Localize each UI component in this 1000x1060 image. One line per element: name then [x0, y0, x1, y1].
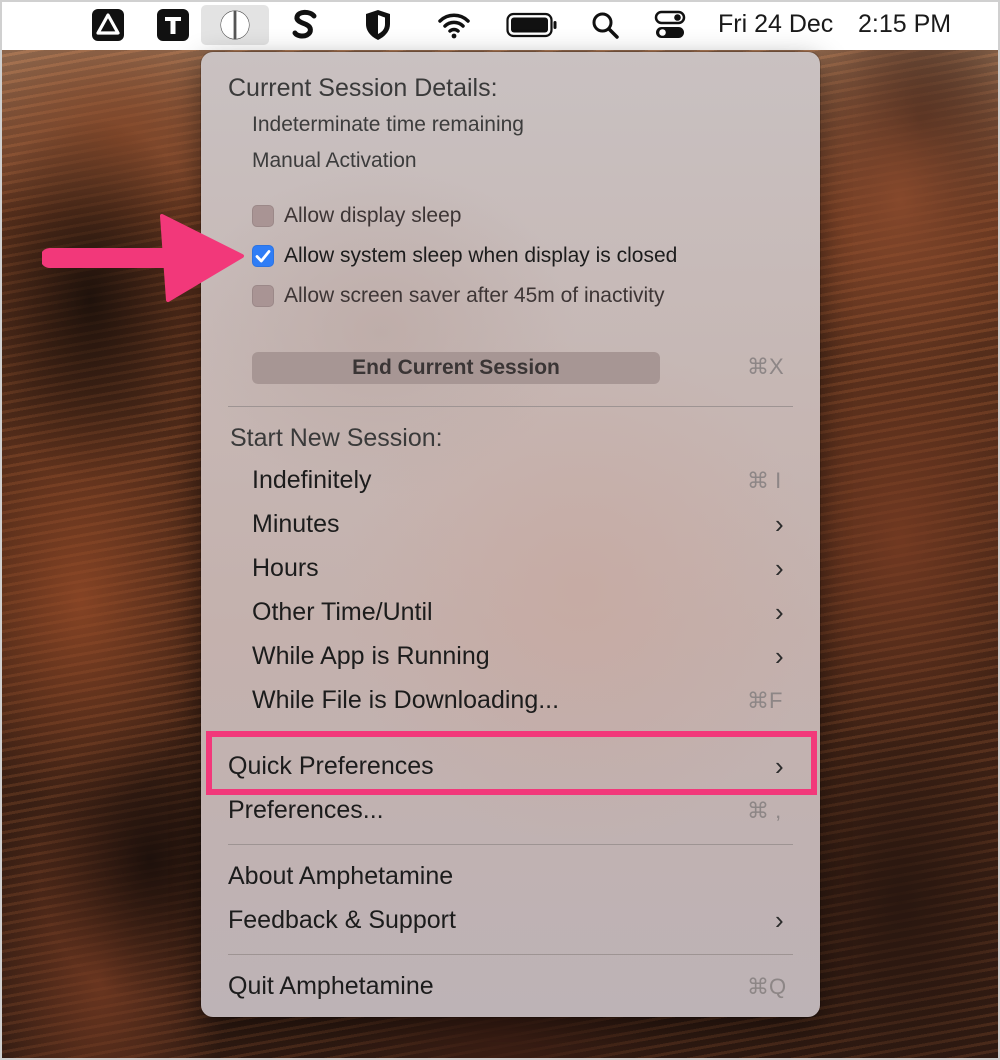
- annotation-highlight-box: [206, 731, 817, 795]
- chevron-right-icon: ›: [775, 597, 784, 627]
- scrivener-icon[interactable]: [285, 5, 325, 45]
- end-session-shortcut: ⌘X: [747, 354, 784, 379]
- screen-saver-checkbox[interactable]: [252, 285, 274, 307]
- checkmark-icon: [255, 250, 271, 263]
- menu-item-indefinitely[interactable]: Indefinitely ⌘ I: [252, 466, 793, 498]
- time-remaining-text: Indeterminate time remaining: [252, 113, 524, 136]
- menu-item-other-time[interactable]: Other Time/Until ›: [252, 597, 793, 630]
- menu-item-hours[interactable]: Hours ›: [252, 553, 793, 586]
- option-allow-screen-saver[interactable]: Allow screen saver after 45m of inactivi…: [252, 284, 772, 312]
- menu-item-preferences[interactable]: Preferences... ⌘ ,: [228, 796, 793, 828]
- menu-separator: [228, 954, 793, 955]
- menu-item-label: Preferences...: [228, 796, 384, 824]
- typora-icon[interactable]: [153, 5, 193, 45]
- menu-item-label: Feedback & Support: [228, 906, 456, 934]
- menu-item-shortcut: ⌘ I: [747, 468, 782, 493]
- menu-item-label: Hours: [252, 554, 319, 582]
- menu-item-while-app-running[interactable]: While App is Running ›: [252, 641, 793, 674]
- current-session-heading: Current Session Details:: [228, 74, 498, 102]
- battery-icon[interactable]: [505, 5, 559, 45]
- menubar-date[interactable]: Fri 24 Dec: [718, 10, 833, 39]
- menu-separator: [228, 406, 793, 407]
- new-session-heading: Start New Session:: [230, 424, 443, 452]
- annotation-arrow-icon: [42, 214, 244, 302]
- menu-item-label: While App is Running: [252, 642, 490, 670]
- menu-item-label: About Amphetamine: [228, 862, 454, 890]
- activation-text: Manual Activation: [252, 149, 417, 172]
- chevron-right-icon: ›: [775, 553, 784, 583]
- option-label: Allow display sleep: [284, 204, 462, 227]
- system-sleep-checkbox[interactable]: [252, 245, 274, 267]
- chevron-right-icon: ›: [775, 509, 784, 539]
- wifi-icon[interactable]: [434, 5, 474, 45]
- drive-icon[interactable]: [88, 5, 128, 45]
- end-current-session-button[interactable]: End Current Session: [252, 352, 660, 384]
- display-sleep-checkbox[interactable]: [252, 205, 274, 227]
- menu-item-label: Minutes: [252, 510, 340, 538]
- menu-item-feedback[interactable]: Feedback & Support ›: [228, 905, 793, 938]
- menu-item-shortcut: ⌘ ,: [747, 798, 782, 823]
- menu-item-shortcut: ⌘F: [747, 688, 783, 713]
- option-label: Allow screen saver after 45m of inactivi…: [284, 284, 665, 307]
- menu-item-label: While File is Downloading...: [252, 686, 560, 714]
- menu-item-about[interactable]: About Amphetamine: [228, 862, 793, 894]
- amphetamine-menu: Current Session Details: Indeterminate t…: [201, 52, 820, 1017]
- chevron-right-icon: ›: [775, 641, 784, 671]
- menu-item-quit[interactable]: Quit Amphetamine ⌘Q: [228, 972, 793, 1004]
- menu-item-label: Quit Amphetamine: [228, 972, 434, 1000]
- menu-item-shortcut: ⌘Q: [747, 974, 787, 999]
- shield-icon[interactable]: [358, 5, 398, 45]
- option-allow-display-sleep[interactable]: Allow display sleep: [252, 204, 772, 232]
- menu-item-while-file-downloading[interactable]: While File is Downloading... ⌘F: [252, 686, 793, 718]
- menubar-time[interactable]: 2:15 PM: [858, 10, 951, 39]
- option-label: Allow system sleep when display is close…: [284, 244, 678, 267]
- control-center-icon[interactable]: [650, 5, 690, 45]
- chevron-right-icon: ›: [775, 905, 784, 935]
- option-allow-system-sleep[interactable]: Allow system sleep when display is close…: [252, 244, 772, 272]
- search-icon[interactable]: [585, 5, 625, 45]
- menu-item-label: Indefinitely: [252, 466, 372, 494]
- menu-item-label: Other Time/Until: [252, 598, 433, 626]
- menu-item-minutes[interactable]: Minutes ›: [252, 509, 793, 542]
- amphetamine-icon[interactable]: [201, 5, 269, 45]
- menu-bar: Fri 24 Dec 2:15 PM: [0, 0, 1000, 50]
- menu-separator: [228, 844, 793, 845]
